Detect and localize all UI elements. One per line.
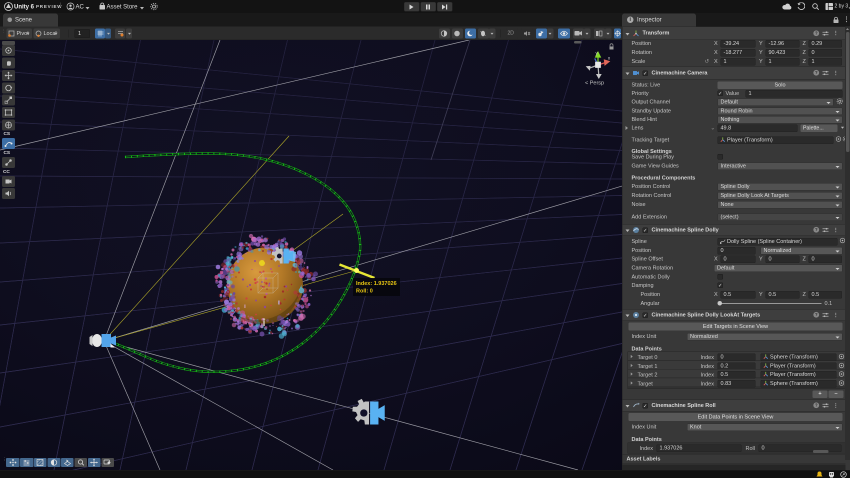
svg-text:?: ?: [815, 227, 818, 232]
svg-text:?: ?: [815, 403, 818, 408]
svg-text:?: ?: [815, 30, 818, 35]
svg-text:?: ?: [815, 70, 818, 75]
svg-text:Index: 1.937026: Index: 1.937026: [356, 281, 397, 287]
svg-text:Roll: 0: Roll: 0: [356, 289, 373, 295]
svg-text:?: ?: [815, 312, 818, 317]
svg-text:< Persp: < Persp: [585, 81, 604, 87]
